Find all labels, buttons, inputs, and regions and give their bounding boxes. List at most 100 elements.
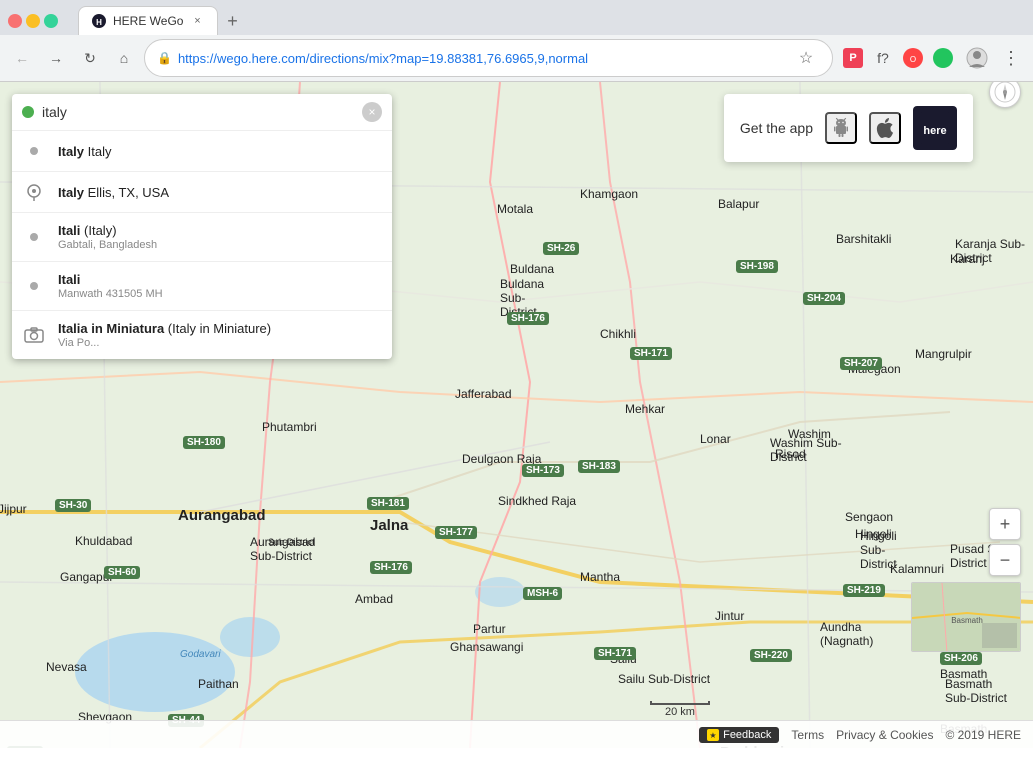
road-sh180: SH-180 (183, 436, 225, 449)
city-washim-sub: Washim Sub-District (770, 436, 842, 464)
feedback-button[interactable]: ★ Feedback (699, 727, 779, 743)
window-maximize-button[interactable] (44, 14, 58, 28)
get-app-banner: Get the app (724, 94, 973, 162)
suggestion-text-1: Italy Italy (58, 144, 111, 159)
red-circle-icon: O (903, 48, 923, 68)
window-close-button[interactable] (8, 14, 22, 28)
map-container[interactable]: Godavari Khamgaon Balapur Motala Barshit… (0, 82, 1033, 748)
refresh-button[interactable]: ↻ (76, 44, 104, 72)
city-nevasa: Nevasa (46, 660, 87, 674)
android-app-button[interactable] (825, 112, 857, 144)
pocket-extension-button[interactable]: P (839, 44, 867, 72)
profile-icon (966, 47, 988, 69)
url-text: https://wego.here.com/directions/mix?map… (178, 51, 786, 66)
suggestion-text-4: Itali Manwath 431505 MH (58, 272, 163, 300)
suggestion-italia-miniatura[interactable]: Italia in Miniatura (Italy in Miniature)… (12, 311, 392, 359)
road-sh30: SH-30 (55, 499, 91, 512)
back-button[interactable]: ← (8, 44, 36, 72)
city-sailu: Sailu Sub-District (618, 672, 710, 686)
svg-text:Basmath: Basmath (951, 616, 983, 625)
suggestion-main-4: Itali (58, 272, 163, 287)
road-sh206: SH-206 (940, 652, 982, 665)
home-button[interactable]: ⌂ (110, 44, 138, 72)
window-minimize-button[interactable] (26, 14, 40, 28)
road-sh171a: SH-171 (630, 347, 672, 360)
search-clear-button[interactable]: × (362, 102, 382, 122)
terms-link[interactable]: Terms (791, 728, 824, 742)
road-sh207: SH-207 (840, 357, 882, 370)
apple-app-button[interactable] (869, 112, 901, 144)
zoom-out-button[interactable]: − (989, 544, 1021, 576)
city-paithan: Paithan (198, 677, 239, 691)
home-icon: ⌂ (120, 50, 128, 66)
city-partur: Partur (473, 622, 506, 636)
compass-icon (994, 82, 1016, 103)
browser-menu-button[interactable]: ⋮ (997, 44, 1025, 72)
zoom-in-icon: + (1000, 514, 1011, 535)
apple-icon (873, 116, 897, 140)
profile-button[interactable] (963, 44, 991, 72)
city-phutambri: Phutambri (262, 420, 317, 434)
road-sh177: SH-177 (435, 526, 477, 539)
city-jintur: Jintur (715, 609, 744, 623)
red-extension-button[interactable]: O (899, 44, 927, 72)
city-khuldabad: Khuldabad (75, 534, 132, 548)
here-logo: here (913, 106, 957, 150)
tab-close-button[interactable]: × (189, 13, 205, 29)
city-lonar: Lonar (700, 432, 731, 446)
suggestion-camera-icon (24, 325, 44, 345)
suggestion-sub-4: Manwath 431505 MH (58, 288, 163, 300)
minimap[interactable]: Basmath (911, 582, 1021, 652)
feedback-icon: ★ (707, 729, 719, 741)
address-bar: ← → ↻ ⌂ 🔒 https://wego.here.com/directio… (0, 35, 1033, 81)
road-sh183: SH-183 (578, 460, 620, 473)
f-icon: f? (873, 48, 893, 68)
menu-icon: ⋮ (1002, 48, 1020, 69)
forward-button[interactable]: → (42, 44, 70, 72)
suggestion-itali-italy[interactable]: Itali (Italy) Gabtali, Bangladesh (12, 213, 392, 261)
city-jafferabad: Jafferabad (455, 387, 512, 401)
scale-label: 20 km (665, 706, 695, 718)
green-icon (933, 48, 953, 68)
city-khamgaon: Khamgaon (580, 187, 638, 201)
city-mehkar: Mehkar (625, 402, 665, 416)
suggestion-sub-3: Gabtali, Bangladesh (58, 239, 157, 251)
suggestion-main-5: Italia in Miniatura (Italy in Miniature) (58, 321, 271, 336)
scale-bar: 20 km (650, 701, 710, 718)
feedback-label: Feedback (723, 729, 771, 741)
road-sh173: SH-173 (522, 464, 564, 477)
suggestion-text-3: Itali (Italy) Gabtali, Bangladesh (58, 223, 157, 251)
tab-favicon: H (91, 13, 107, 29)
green-extension-button[interactable] (929, 44, 957, 72)
new-tab-button[interactable]: + (218, 7, 246, 35)
active-tab[interactable]: H HERE WeGo × (78, 6, 218, 35)
road-msh6: MSH-6 (523, 587, 562, 600)
suggestion-location-icon-2 (24, 182, 44, 202)
suggestion-sub-5: Via Po... (58, 337, 271, 349)
city-hingoli-sub: HingoliSub-District (860, 529, 897, 571)
suggestion-italy-italy[interactable]: Italy Italy (12, 131, 392, 171)
star-icon: ☆ (799, 48, 813, 68)
privacy-link[interactable]: Privacy & Cookies (836, 728, 933, 742)
search-input[interactable] (42, 104, 354, 120)
city-sengaon: Sengaon (845, 510, 893, 524)
svg-text:O: O (910, 55, 916, 64)
road-sh176b: SH-176 (370, 561, 412, 574)
search-location-dot (22, 106, 34, 118)
url-bar[interactable]: 🔒 https://wego.here.com/directions/mix?m… (144, 39, 833, 77)
road-sh26: SH-26 (543, 242, 579, 255)
f-extension-button[interactable]: f? (869, 44, 897, 72)
suggestion-text-2: Italy Ellis, TX, USA (58, 185, 169, 200)
zoom-in-button[interactable]: + (989, 508, 1021, 540)
svg-text:★: ★ (710, 731, 717, 740)
window-controls (8, 14, 58, 28)
city-karanja-sub: Karanja Sub-District (955, 237, 1025, 265)
suggestion-italy-ellis[interactable]: Italy Ellis, TX, USA (12, 172, 392, 212)
city-mangrulpir: Mangrulpir (915, 347, 972, 361)
svg-text:H: H (96, 18, 102, 27)
bookmark-button[interactable]: ☆ (792, 44, 820, 72)
city-kalamnuri: Kalamnuri (890, 562, 944, 576)
suggestion-itali-manwath[interactable]: Itali Manwath 431505 MH (12, 262, 392, 310)
suggestion-dot-icon-1 (24, 141, 44, 161)
bottom-bar: ★ Feedback Terms Privacy & Cookies © 201… (0, 720, 1033, 748)
